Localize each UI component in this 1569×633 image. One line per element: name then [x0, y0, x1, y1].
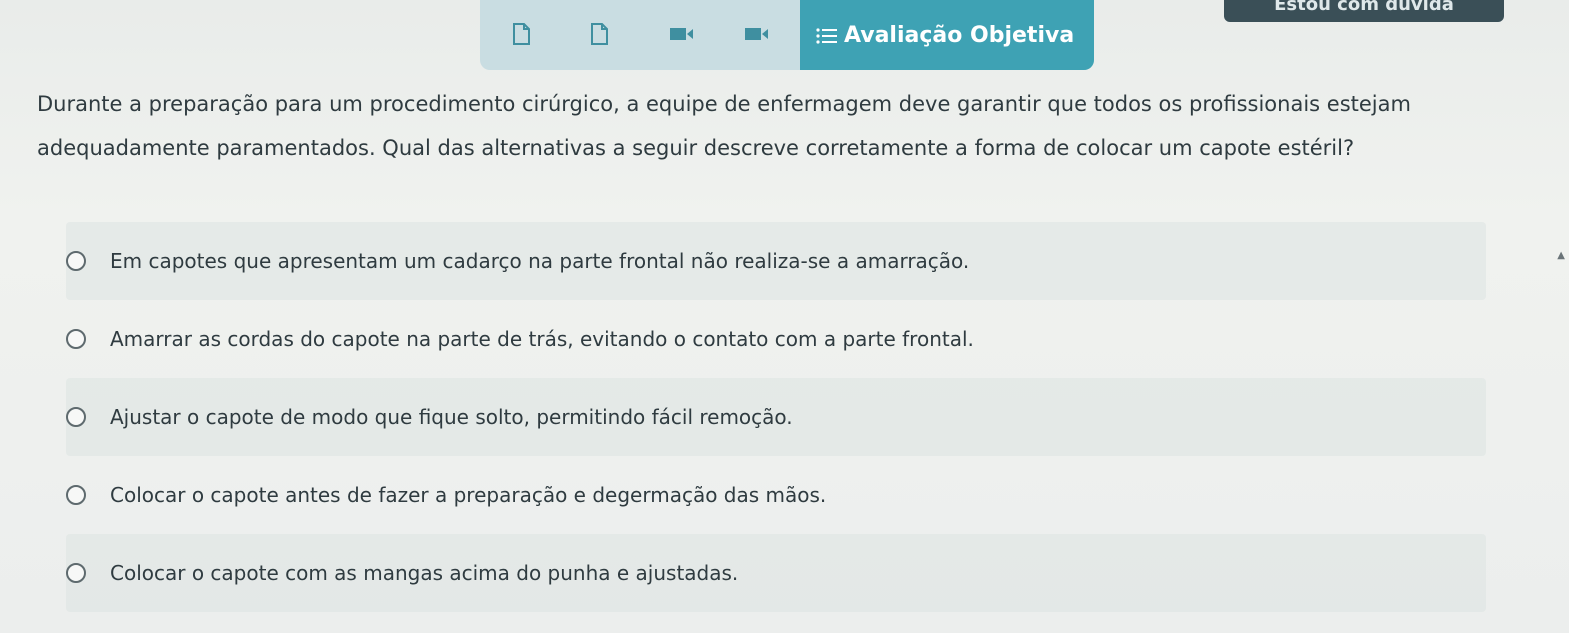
- help-button[interactable]: Estou com dúvida: [1224, 0, 1504, 22]
- document-icon[interactable]: [588, 22, 610, 46]
- tab-label: Avaliação Objetiva: [844, 22, 1075, 48]
- option-label: Ajustar o capote de modo que fique solto…: [110, 405, 793, 429]
- answer-option[interactable]: Colocar o capote antes de fazer a prepar…: [66, 456, 1486, 534]
- tab-avaliacao-objetiva[interactable]: Avaliação Objetiva: [800, 0, 1094, 70]
- option-label: Em capotes que apresentam um cadarço na …: [110, 249, 970, 273]
- answer-option[interactable]: Em capotes que apresentam um cadarço na …: [66, 222, 1486, 300]
- video-icon[interactable]: [743, 22, 771, 46]
- option-label: Colocar o capote com as mangas acima do …: [110, 561, 739, 585]
- option-label: Amarrar as cordas do capote na parte de …: [110, 327, 974, 351]
- video-icon[interactable]: [668, 22, 696, 46]
- question-text: Durante a preparação para um procediment…: [37, 92, 1411, 160]
- list-icon: [816, 26, 838, 44]
- scroll-indicator-icon[interactable]: ▲: [1557, 250, 1565, 261]
- answer-options: Em capotes que apresentam um cadarço na …: [66, 222, 1486, 612]
- answer-option[interactable]: Ajustar o capote de modo que fique solto…: [66, 378, 1486, 456]
- answer-option[interactable]: Amarrar as cordas do capote na parte de …: [66, 300, 1486, 378]
- radio-button[interactable]: [66, 329, 86, 349]
- radio-button[interactable]: [66, 407, 86, 427]
- document-icon[interactable]: [510, 22, 532, 46]
- page: { "toolbar": { "icons": ["document-icon"…: [0, 0, 1569, 633]
- option-label: Colocar o capote antes de fazer a prepar…: [110, 483, 827, 507]
- answer-option[interactable]: Colocar o capote com as mangas acima do …: [66, 534, 1486, 612]
- radio-button[interactable]: [66, 251, 86, 271]
- top-toolbar: Avaliação Objetiva: [480, 0, 1094, 70]
- radio-button[interactable]: [66, 563, 86, 583]
- radio-button[interactable]: [66, 485, 86, 505]
